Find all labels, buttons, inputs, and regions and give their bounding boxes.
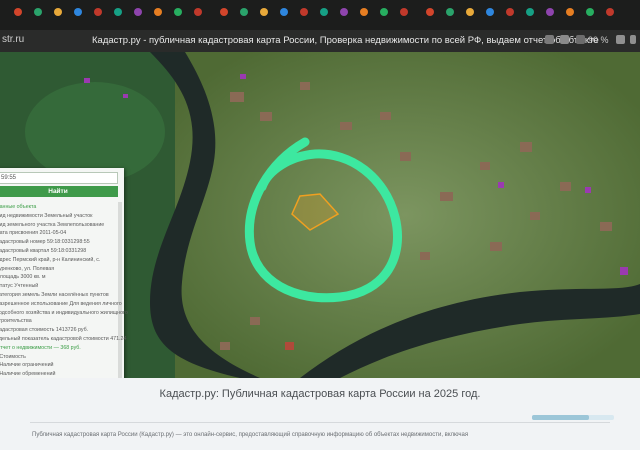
browser-tab-icon[interactable] bbox=[260, 8, 268, 16]
info-row: Туренково, ул. Полевая bbox=[0, 265, 55, 272]
info-row: строительства bbox=[0, 318, 32, 325]
divider bbox=[30, 422, 610, 423]
satellite-map[interactable]: 59:55 Найти Данные объекта Вид недвижимос… bbox=[0, 52, 640, 378]
browser-tab-icon[interactable] bbox=[586, 8, 594, 16]
loading-bar bbox=[532, 415, 614, 420]
info-row: Кадастровый номер 59:18:0331298:55 bbox=[0, 239, 90, 246]
object-info-panel: 59:55 Найти Данные объекта Вид недвижимос… bbox=[0, 168, 128, 378]
info-row: Разрешенное использование Для ведения ли… bbox=[0, 300, 122, 307]
info-row: • Наличие ограничений bbox=[0, 362, 54, 369]
browser-tab-icon[interactable] bbox=[526, 8, 534, 16]
browser-tab-icon[interactable] bbox=[240, 8, 248, 16]
address-bar[interactable]: str.ru Кадастр.ру - публичная кадастрова… bbox=[0, 30, 640, 53]
info-row: • Стоимость bbox=[0, 353, 26, 360]
page-heading: Кадастр.ру: Публичная кадастровая карта … bbox=[159, 388, 481, 400]
info-row: Адрес Пермский край, р-н Калининский, с. bbox=[0, 256, 101, 263]
find-button[interactable]: Найти bbox=[0, 186, 118, 197]
info-row: Вид недвижимости Земельный участок bbox=[0, 212, 93, 219]
info-row: • Наличие обременений bbox=[0, 371, 56, 378]
browser-tab-icon[interactable] bbox=[380, 8, 388, 16]
browser-tab-icon[interactable] bbox=[446, 8, 454, 16]
browser-tab-icon[interactable] bbox=[174, 8, 182, 16]
download-icon[interactable] bbox=[616, 35, 625, 44]
browser-tab-icon[interactable] bbox=[606, 8, 614, 16]
menu-icon[interactable] bbox=[630, 35, 636, 44]
browser-tab-icon[interactable] bbox=[506, 8, 514, 16]
info-row: подсобного хозяйства и индивидуального ж… bbox=[0, 309, 128, 316]
info-row: Кадастровая стоимость 1413726 руб. bbox=[0, 327, 89, 334]
browser-tab-icon[interactable] bbox=[566, 8, 574, 16]
search-input[interactable]: 59:55 bbox=[0, 172, 118, 184]
browser-tab-bar bbox=[0, 0, 640, 34]
browser-tab-icon[interactable] bbox=[74, 8, 82, 16]
page-description: Публичная кадастровая карта России (Када… bbox=[32, 432, 469, 438]
zoom-level[interactable]: 90 % bbox=[588, 35, 609, 45]
url-text[interactable]: str.ru bbox=[2, 34, 24, 45]
browser-tab-icon[interactable] bbox=[34, 8, 42, 16]
browser-tab-icon[interactable] bbox=[194, 8, 202, 16]
panel-scrollbar[interactable] bbox=[118, 202, 122, 378]
shield-icon[interactable] bbox=[576, 35, 585, 44]
browser-tab-icon[interactable] bbox=[94, 8, 102, 16]
info-row: Статус Учтенный bbox=[0, 283, 39, 290]
browser-tab-icon[interactable] bbox=[320, 8, 328, 16]
info-row: Отчет о недвижимости — 368 руб. bbox=[0, 344, 81, 351]
browser-tab-icon[interactable] bbox=[400, 8, 408, 16]
browser-tab-icon[interactable] bbox=[154, 8, 162, 16]
info-row: Вид земельного участка Землепользование bbox=[0, 221, 105, 228]
info-row: Площадь 3000 кв. м bbox=[0, 274, 46, 281]
bookmark-icon[interactable] bbox=[560, 35, 569, 44]
browser-tab-icon[interactable] bbox=[546, 8, 554, 16]
extension-icon[interactable] bbox=[545, 35, 554, 44]
browser-tab-icon[interactable] bbox=[340, 8, 348, 16]
page-title: Кадастр.ру - публичная кадастровая карта… bbox=[92, 35, 599, 46]
page-content: Кадастр.ру: Публичная кадастровая карта … bbox=[0, 378, 640, 450]
browser-tab-icon[interactable] bbox=[14, 8, 22, 16]
browser-tab-icon[interactable] bbox=[426, 8, 434, 16]
info-row: Категория земель Земли населённых пункто… bbox=[0, 292, 109, 298]
browser-tab-icon[interactable] bbox=[466, 8, 474, 16]
browser-tab-icon[interactable] bbox=[134, 8, 142, 16]
browser-tab-icon[interactable] bbox=[280, 8, 288, 16]
browser-tab-icon[interactable] bbox=[300, 8, 308, 16]
browser-tab-icon[interactable] bbox=[54, 8, 62, 16]
info-row: Удельный показатель кадастровой стоимост… bbox=[0, 336, 127, 342]
info-row: Дата присвоения 2011-05-04 bbox=[0, 230, 67, 237]
info-row: Данные объекта bbox=[0, 204, 37, 210]
browser-tab-icon[interactable] bbox=[486, 8, 494, 16]
browser-tab-icon[interactable] bbox=[114, 8, 122, 16]
browser-tab-icon[interactable] bbox=[220, 8, 228, 16]
info-row: Кадастровый квартал 59:18:0331298 bbox=[0, 248, 87, 254]
browser-tab-icon[interactable] bbox=[360, 8, 368, 16]
